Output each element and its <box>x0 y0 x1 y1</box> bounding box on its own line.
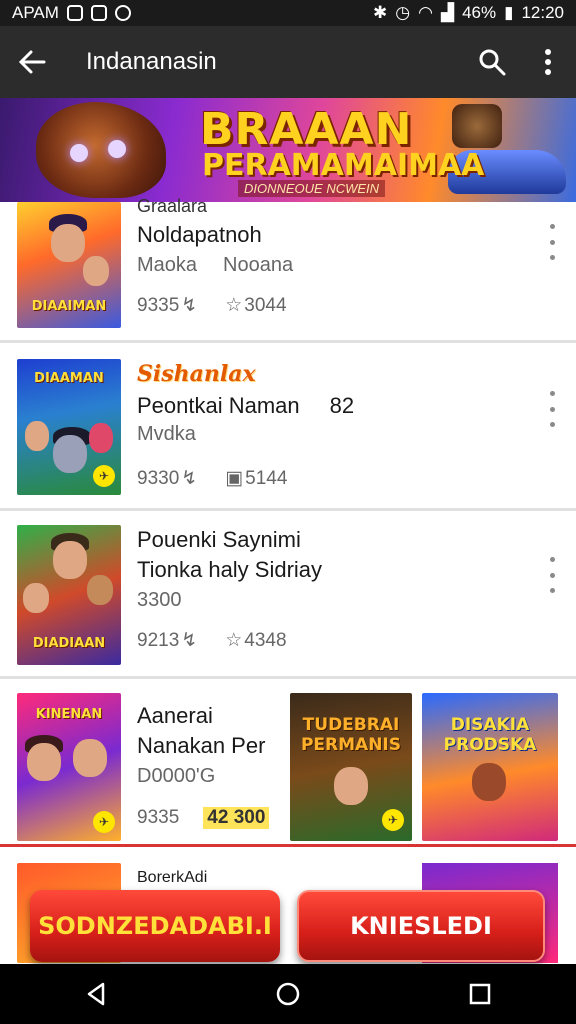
system-nav-bar <box>0 964 576 1024</box>
stat-rating-value: 42 300 <box>207 807 266 828</box>
item-number: 82 <box>329 393 355 418</box>
item-size: D0000'G <box>137 765 216 787</box>
stat-downloads-value: 9213 <box>137 629 180 651</box>
primary-action-label: SODNZEDADABI.I <box>38 912 272 940</box>
app-bar: Indananasin <box>0 26 576 98</box>
thumbnail-label: KINENAN <box>35 707 103 722</box>
more-vert-icon <box>549 391 555 396</box>
verified-badge-icon: ✈ <box>93 465 115 487</box>
bluetooth-icon: ✱ <box>373 3 388 22</box>
game-list: DIAAIMAN Graalara Noldapatnoh Maoka Nooa… <box>0 196 576 849</box>
app-title: Indananasin <box>86 48 217 75</box>
stat-comments-value: 5144 <box>245 467 288 489</box>
list-item[interactable]: KINENAN ✈ Aanerai Nanakan Per D0000'G 93… <box>0 679 576 849</box>
stat-downloads-value: 9335 <box>137 294 180 316</box>
banner-creature-image <box>36 102 166 198</box>
stat-rating-value: 3044 <box>244 294 287 316</box>
nav-back-button[interactable] <box>66 964 126 1024</box>
item-size: 3300 <box>137 589 182 611</box>
item-title: Peontkai Naman <box>137 393 300 418</box>
thumbnail-label: DIAAMAN <box>34 371 104 386</box>
stat-downloads: 9330 ↯ <box>137 467 197 490</box>
arrow-left-icon <box>18 50 46 74</box>
item-title: Aanerai <box>137 703 213 728</box>
banner-subtitle: PERAMAMAIMAA <box>202 148 485 183</box>
list-item[interactable]: DIADIAAN Pouenki Saynimi Tionka haly Sid… <box>0 511 576 679</box>
home-circle-icon <box>276 982 300 1006</box>
action-bar: SODNZEDADABI.I KNIESLEDI <box>0 884 576 968</box>
verified-badge-icon: ✈ <box>93 811 115 833</box>
verified-badge-icon: ✈ <box>382 809 404 831</box>
signal-icon: ▟ <box>440 3 455 22</box>
game-thumbnail: DIAAIMAN <box>17 202 121 328</box>
star-icon: ☆ <box>225 295 243 316</box>
overflow-menu-button[interactable] <box>520 26 576 98</box>
stat-rating-value: 4348 <box>244 629 287 651</box>
secondary-action-button[interactable]: KNIESLEDI <box>297 890 545 962</box>
stat-downloads-value: 9335 <box>137 807 180 828</box>
download-icon: ↯ <box>181 630 198 651</box>
nav-home-button[interactable] <box>258 964 318 1024</box>
more-vert-icon <box>545 49 551 75</box>
item-title: Noldapatnoh <box>137 222 262 247</box>
item-title: Pouenki Saynimi <box>137 527 301 552</box>
stat-downloads-value: 9330 <box>137 467 180 489</box>
status-bar: APAM ✱ ◷ ◠ ▟ 46% ▮ 12:20 <box>0 0 576 26</box>
secondary-action-label: KNIESLEDI <box>350 912 492 940</box>
search-icon <box>479 49 506 76</box>
settings-notification-icon <box>90 5 107 21</box>
battery-icon: ▮ <box>504 3 514 22</box>
alarm-icon: ◷ <box>395 3 411 22</box>
stat-rating: 42 300 <box>203 807 270 829</box>
promo-banner[interactable]: BRAAAN PERAMAMAIMAA DIONNEOUE NCWEIN <box>0 98 576 202</box>
notification-icon <box>66 5 83 21</box>
list-item[interactable]: DIAAIMAN Graalara Noldapatnoh Maoka Nooa… <box>0 196 576 343</box>
stat-comments: ▣ 5144 <box>225 467 287 490</box>
game-thumbnail: DIAAMAN ✈ <box>17 359 121 495</box>
item-subtitle: Nanakan Per <box>137 733 266 758</box>
item-partial-title: Graalara <box>137 196 208 216</box>
thumbnail-label: DIADIAAN <box>32 636 106 651</box>
item-developer: Maoka <box>137 254 198 276</box>
back-triangle-icon <box>87 982 105 1006</box>
item-overflow-button[interactable] <box>544 557 560 593</box>
item-category: Nooana <box>223 254 294 276</box>
search-button[interactable] <box>464 26 520 98</box>
tile-label: DISAKIA PRODSKA <box>443 715 537 755</box>
clock: 12:20 <box>521 3 564 22</box>
stat-rating: ☆ 3044 <box>225 294 286 317</box>
banner-tagline: DIONNEOUE NCWEIN <box>238 180 386 197</box>
more-vert-icon <box>549 557 555 562</box>
chat-notification-icon <box>114 5 131 21</box>
download-icon: ↯ <box>181 295 198 316</box>
star-icon: ☆ <box>225 630 243 651</box>
more-vert-icon <box>549 224 555 229</box>
wifi-icon: ◠ <box>418 3 433 22</box>
thumbnail-label: DIAAIMAN <box>31 299 107 314</box>
item-overflow-button[interactable] <box>544 391 560 427</box>
stat-downloads: 9213 ↯ <box>137 629 197 652</box>
carrier-label: APAM <box>12 3 59 22</box>
tile-label: TUDEBRAI PERMANIS <box>300 715 402 755</box>
promo-title: Sishanlax <box>137 361 256 387</box>
stat-downloads: 9335 ↯ <box>137 294 197 317</box>
game-thumbnail: KINENAN ✈ <box>17 693 121 841</box>
banner-robot-image <box>452 104 502 148</box>
back-button[interactable] <box>0 26 64 98</box>
battery-level: 46% <box>462 3 497 22</box>
item-overflow-button[interactable] <box>544 224 560 260</box>
nav-recents-button[interactable] <box>450 964 510 1024</box>
stat-downloads: 9335 <box>137 807 179 829</box>
primary-action-button[interactable]: SODNZEDADABI.I <box>30 890 280 962</box>
item-subtitle: Tionka haly Sidriay <box>137 557 323 582</box>
stat-rating: ☆ 4348 <box>225 629 286 652</box>
list-item[interactable]: DIAAMAN ✈ Sishanlax Peontkai Naman 82 Mv… <box>0 343 576 511</box>
download-icon: ↯ <box>181 468 198 489</box>
item-developer: Mvdka <box>137 423 196 445</box>
featured-tile[interactable]: TUDEBRAI PERMANIS ✈ <box>290 693 412 841</box>
game-thumbnail: DIADIAAN <box>17 525 121 665</box>
comment-icon: ▣ <box>225 468 244 489</box>
featured-tile[interactable]: DISAKIA PRODSKA <box>422 693 558 841</box>
recents-square-icon <box>469 983 491 1005</box>
